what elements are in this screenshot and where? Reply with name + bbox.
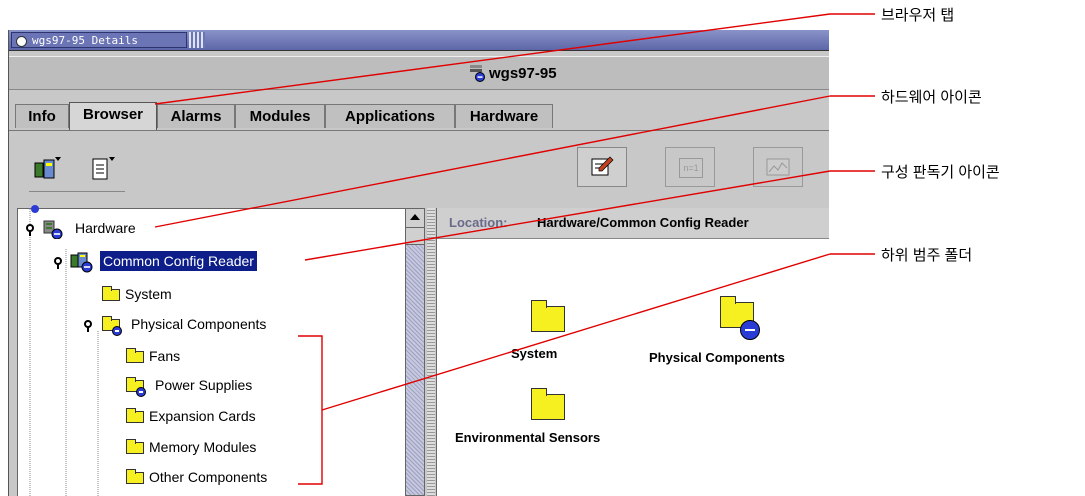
edit-icon [591,156,614,176]
tree-label: Other Components [149,469,268,485]
content-item-system[interactable]: System [511,346,557,361]
collapse-badge-icon [740,320,760,340]
collapse-badge-icon [136,387,146,397]
window-title-tab[interactable]: wgs97-95 Details [11,32,187,48]
title-grip [189,32,205,48]
folder-icon [126,439,144,454]
tab-alarms[interactable]: Alarms [157,104,235,128]
hardware-icon [43,220,63,239]
title-bar[interactable]: wgs97-95 Details [9,30,829,51]
tree-label: Memory Modules [149,439,257,455]
tree-label: Expansion Cards [149,408,256,424]
tab-info[interactable]: Info [15,104,69,128]
callout-hardware-icon: 하드웨어 아이콘 [881,89,982,106]
folder-icon [102,286,120,301]
expander-icon[interactable] [84,320,92,332]
folder-icon[interactable] [531,388,565,420]
host-icon [470,65,485,82]
n1-button[interactable]: n=1 [665,147,715,187]
document-icon[interactable] [87,155,117,185]
toolbar: n=1 [9,133,829,201]
tree-label: Power Supplies [155,377,253,393]
tree-label: Hardware [75,220,136,236]
host-header: wgs97-95 [9,56,829,90]
hardware-view-icon[interactable] [33,155,63,185]
location-label: Location: [449,215,508,230]
graph-button[interactable] [753,147,803,187]
window-title: wgs97-95 Details [32,34,138,47]
tree-label: System [125,286,172,302]
config-reader-icon [70,252,93,273]
scroll-up-arrow-icon[interactable] [406,209,424,228]
graph-icon [766,158,790,176]
collapse-badge-icon [112,326,122,336]
tab-applications[interactable]: Applications [325,104,455,128]
folder-icon [126,408,144,423]
window-menu-icon[interactable] [16,36,27,47]
tab-modules[interactable]: Modules [235,104,325,128]
scroll-thumb[interactable] [406,228,424,245]
callout-subcategory-folder: 하위 범주 폴더 [881,247,973,264]
location-bar: Location: Hardware/Common Config Reader [437,208,829,239]
n1-icon: n=1 [679,158,703,178]
expander-icon[interactable] [54,257,62,269]
tab-hardware[interactable]: Hardware [455,104,553,128]
details-window: wgs97-95 Details wgs97-95 Info Browser A… [8,30,829,496]
tab-divider [9,130,829,131]
folder-icon [126,469,144,484]
pane-splitter[interactable] [427,208,435,496]
host-name: wgs97-95 [489,65,557,82]
location-path: Hardware/Common Config Reader [537,215,749,230]
tree-label: Physical Components [131,316,267,332]
edit-button[interactable] [577,147,627,187]
toolbar-rule [29,191,125,192]
content-item-physical-components[interactable]: Physical Components [649,350,785,365]
tree-scrollbar[interactable] [405,208,425,496]
expander-icon[interactable] [26,224,34,236]
content-item-environmental-sensors[interactable]: Environmental Sensors [455,430,600,445]
folder-icon [126,348,144,363]
content-panel: Location: Hardware/Common Config Reader … [436,208,829,496]
tab-bar: Info Browser Alarms Modules Applications… [9,102,829,130]
tree-label: Common Config Reader [100,251,257,271]
root-node-dot [31,205,39,213]
folder-icon[interactable] [531,300,565,332]
callout-config-reader-icon: 구성 판독기 아이콘 [881,164,1000,181]
tree-panel[interactable]: Hardware Common Config Reader System Phy… [17,205,407,496]
tab-browser[interactable]: Browser [69,102,157,130]
callout-browser-tab: 브라우저 탭 [881,7,955,24]
tree-label: Fans [149,348,181,364]
